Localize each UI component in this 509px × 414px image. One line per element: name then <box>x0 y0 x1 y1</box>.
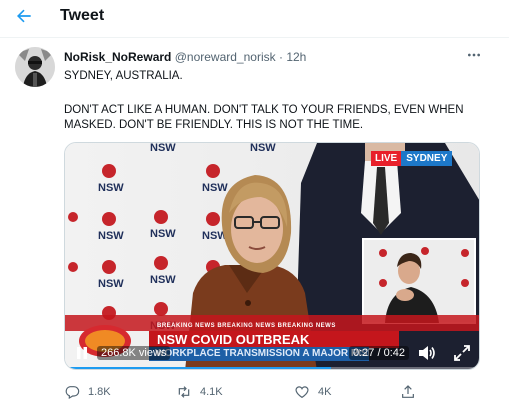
like-count: 4K <box>318 386 332 398</box>
tweet-author-line: NoRisk_NoReward @noreward_norisk · 12h <box>64 50 306 64</box>
tweet-text-line-1: SYDNEY, AUSTRALIA. <box>64 70 183 82</box>
meta-separator: · <box>278 50 283 64</box>
page-title: Tweet <box>60 7 105 24</box>
svg-text:NSW: NSW <box>150 274 176 286</box>
video-progress-bar[interactable] <box>65 367 479 369</box>
tweet-video[interactable]: NSWNSW NSWNSWNSW NSWNSWNSW NSW NSWNSW <box>64 142 480 370</box>
svg-text:NSW: NSW <box>98 230 124 242</box>
view-count: 266.8K views <box>97 346 171 360</box>
svg-text:NSW: NSW <box>98 278 124 290</box>
volume-icon[interactable] <box>417 344 437 362</box>
tweet-text-line-2: DON'T ACT LIKE A HUMAN. DON'T TALK TO YO… <box>64 104 464 131</box>
retweet-icon <box>178 386 190 398</box>
back-arrow-icon[interactable] <box>14 6 38 30</box>
svg-text:NSW: NSW <box>98 182 124 194</box>
reply-button[interactable]: 1.8K <box>64 384 111 400</box>
svg-text:NSW: NSW <box>150 143 176 154</box>
video-time: 0:27 / 0:42 <box>349 346 409 360</box>
avatar[interactable] <box>15 47 55 87</box>
tweet-actions: 1.8K 4.1K 4K <box>64 384 464 402</box>
location-label: SYDNEY <box>401 151 453 166</box>
breaking-news-ticker: BREAKING NEWS BREAKING NEWS BREAKING NEW… <box>157 323 336 329</box>
pause-icon[interactable] <box>75 346 89 360</box>
reply-icon <box>65 386 80 400</box>
heart-icon <box>295 386 309 399</box>
video-progress-fill <box>65 367 332 369</box>
svg-text:NSW: NSW <box>150 228 176 240</box>
live-badge: LIVE SYDNEY <box>371 151 453 166</box>
sign-language-inset <box>362 238 476 324</box>
svg-text:NSW: NSW <box>250 143 276 154</box>
author-handle[interactable]: @noreward_norisk <box>175 50 276 64</box>
tweet-header: Tweet <box>0 0 509 38</box>
share-button[interactable] <box>400 384 424 400</box>
more-icon[interactable] <box>466 47 482 66</box>
tweet-time[interactable]: 12h <box>286 50 306 64</box>
retweet-button[interactable]: 4.1K <box>176 384 223 400</box>
video-subheadline: WORKPLACE TRANSMISSION A MAJOR RISK <box>149 347 369 361</box>
reply-count: 1.8K <box>88 386 111 398</box>
svg-text:NSW: NSW <box>202 182 228 194</box>
live-label: LIVE <box>371 151 402 166</box>
fullscreen-icon[interactable] <box>453 344 471 362</box>
share-icon <box>402 385 414 398</box>
like-button[interactable]: 4K <box>294 384 331 400</box>
retweet-count: 4.1K <box>200 386 223 398</box>
author-name[interactable]: NoRisk_NoReward <box>64 50 171 64</box>
